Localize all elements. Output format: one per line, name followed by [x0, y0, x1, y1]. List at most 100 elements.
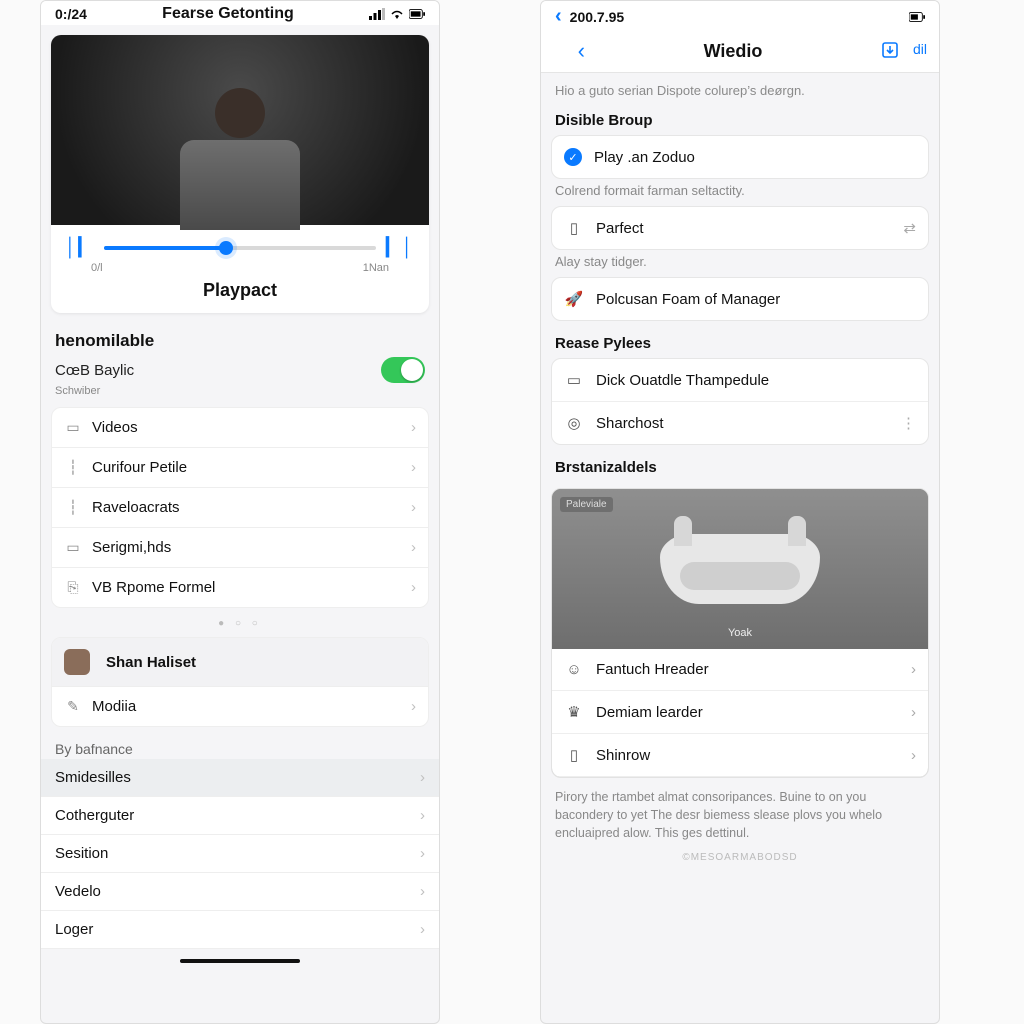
device-icon: ▯ — [564, 219, 584, 237]
page-indicator: ● ○ ○ — [41, 614, 439, 633]
flat-header: By bafnance — [41, 733, 439, 759]
flat-list: Smidesilles › Cotherguter › Sesition › V… — [41, 759, 439, 949]
list-label: Sharchost — [596, 415, 664, 432]
list-item[interactable]: ⎘ VB Rpome Formel › — [52, 568, 428, 607]
calendar-icon: ▭ — [564, 371, 584, 389]
list-item[interactable]: ▭ Dick Ouatdle Thampedule — [552, 359, 928, 402]
profile-name: Shan Haliset — [106, 654, 416, 671]
list-label: Loger — [55, 921, 410, 938]
scrubber[interactable] — [104, 246, 376, 250]
list-label: Modiia — [92, 698, 401, 715]
time-labels: 0/l 1Nan — [51, 262, 429, 274]
list-label: Vedelo — [55, 883, 410, 900]
list-item[interactable]: Cotherguter › — [41, 797, 439, 835]
status-time: 200.7.95 — [570, 9, 625, 25]
product-badge: Paleviale — [560, 497, 613, 512]
product-hero[interactable]: Paleviale Yoak — [552, 489, 928, 649]
group-desc: Colrend formait farman seltactity. — [541, 179, 939, 206]
battery-icon — [409, 8, 425, 20]
chevron-right-icon: › — [411, 499, 416, 516]
list-item[interactable]: ┆ Raveloacrats › — [52, 488, 428, 528]
nav-action-label[interactable]: dil — [913, 41, 927, 62]
list-item[interactable]: ✓ Play .an Zoduo — [552, 136, 928, 178]
nav-title: Wiedio — [585, 41, 881, 62]
product-card: Paleviale Yoak ☺ Fantuch Hreader › ♛ Dem… — [551, 488, 929, 778]
list-item[interactable]: ✎ Modiia › — [52, 687, 428, 726]
phone-right: › 200.7.95 › Wiedio dil Hio a guto seria… — [540, 0, 940, 1024]
list-label: Serigmi,hds — [92, 539, 401, 556]
group1-card2: ▯ Parfect ⇄ — [551, 206, 929, 250]
list-item[interactable]: ☺ Fantuch Hreader › — [552, 649, 928, 691]
nav-actions: dil — [881, 41, 927, 62]
back-icon-small[interactable]: › — [555, 5, 562, 28]
chevron-right-icon: › — [411, 419, 416, 436]
time-start: 0/l — [91, 262, 103, 274]
chevron-right-icon: › — [411, 539, 416, 556]
list-label: Cotherguter — [55, 807, 410, 824]
download-icon[interactable] — [881, 41, 899, 62]
next-button[interactable]: ▎│ — [386, 237, 415, 258]
list-label: Dick Ouatdle Thampedule — [596, 372, 769, 389]
transport-bar: │▎ ▎│ — [51, 225, 429, 262]
list-label: Polcusan Foam of Manager — [596, 291, 780, 308]
list-item[interactable]: 🚀 Polcusan Foam of Manager — [552, 278, 928, 320]
list-label: Raveloacrats — [92, 499, 401, 516]
content-right: Hio a guto serian Dispote colurep’s deør… — [541, 73, 939, 1023]
chevron-right-icon: › — [411, 459, 416, 476]
bar-icon: ┆ — [64, 459, 82, 476]
profile-header[interactable]: Shan Haliset — [52, 638, 428, 687]
chevron-right-icon: › — [911, 661, 916, 678]
bar-icon: ┆ — [64, 499, 82, 516]
group-title: Disible Broup — [541, 98, 939, 135]
list-item[interactable]: ◎ Sharchost ⋮ — [552, 402, 928, 444]
chevron-right-icon: › — [420, 883, 425, 900]
list-label: Demiam learder — [596, 704, 703, 721]
phone-left: 0:/24 Fearse Getonting │▎ ▎│ 0/l 1Nan — [40, 0, 440, 1024]
more-icon[interactable]: ⋮ — [901, 414, 916, 432]
list-item[interactable]: ▭ Videos › — [52, 408, 428, 448]
media-card: │▎ ▎│ 0/l 1Nan Playpact — [51, 35, 429, 313]
cellular-icon — [369, 8, 385, 20]
battery-icon — [909, 11, 925, 23]
toggle-sublabel: Schwiber — [41, 385, 439, 401]
list-label: Shinrow — [596, 747, 650, 764]
toggle-switch[interactable] — [381, 357, 425, 383]
rocket-icon: 🚀 — [564, 290, 584, 308]
list-item[interactable]: ▯ Parfect ⇄ — [552, 207, 928, 249]
back-button[interactable]: › — [553, 38, 585, 64]
list-item[interactable]: Loger › — [41, 911, 439, 949]
list-item[interactable]: Sesition › — [41, 835, 439, 873]
home-indicator[interactable] — [180, 959, 300, 963]
pin-icon: ◎ — [564, 414, 584, 432]
status-signals — [369, 8, 425, 20]
media-thumbnail[interactable] — [51, 35, 429, 225]
chevron-right-icon: › — [420, 845, 425, 862]
product-label: Yoak — [728, 627, 752, 639]
list-item[interactable]: Vedelo › — [41, 873, 439, 911]
media-title: Playpact — [51, 274, 429, 313]
content-left: │▎ ▎│ 0/l 1Nan Playpact henomilable CœB … — [41, 25, 439, 1023]
group-title: Rease Pylees — [541, 321, 939, 358]
list-item[interactable]: ♛ Demiam learder › — [552, 691, 928, 734]
list-item[interactable]: ▯ Shinrow › — [552, 734, 928, 777]
time-end: 1Nan — [363, 262, 389, 274]
person-icon: ☺ — [564, 661, 584, 678]
chevron-right-icon: › — [411, 579, 416, 596]
watermark: ©MESOARMABODSD — [541, 852, 939, 863]
list-item[interactable]: ┆ Curifour Petile › — [52, 448, 428, 488]
chevron-right-icon: › — [411, 698, 416, 715]
crown-icon: ♛ — [564, 703, 584, 721]
prev-button[interactable]: │▎ — [65, 237, 94, 258]
status-time: 0:/24 — [55, 6, 87, 22]
list-item[interactable]: ▭ Serigmi,hds › — [52, 528, 428, 568]
list-label: Curifour Petile — [92, 459, 401, 476]
section-header: henomilable — [41, 323, 439, 353]
group1-card1: ✓ Play .an Zoduo — [551, 135, 929, 179]
list-item[interactable]: Smidesilles › — [41, 759, 439, 797]
list-label: Fantuch Hreader — [596, 661, 709, 678]
nav-bar: › Wiedio dil — [541, 30, 939, 73]
toggle-row: CœB Baylic — [41, 353, 439, 385]
chevron-right-icon: › — [420, 807, 425, 824]
share-icon[interactable]: ⇄ — [903, 219, 916, 237]
profile-section: Shan Haliset ✎ Modiia › — [51, 637, 429, 727]
